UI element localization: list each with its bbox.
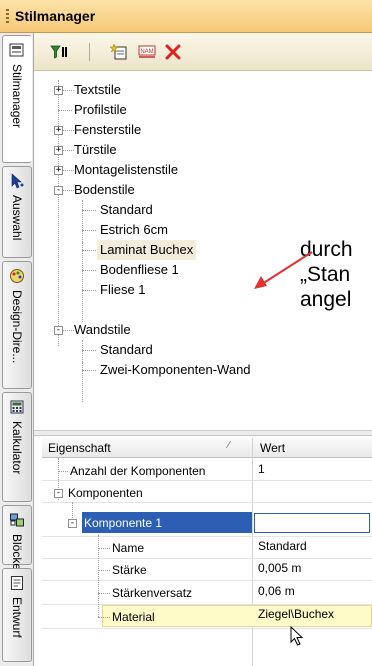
- tab-label: Auswahl: [10, 195, 24, 241]
- property-value-material[interactable]: Ziegel\Buchex: [258, 603, 334, 625]
- side-tab-strip: Stilmanager Auswahl Design-Dire... Kalku…: [0, 33, 34, 666]
- tab-label: Stilmanager: [10, 64, 24, 129]
- cursor-select-icon: [11, 173, 24, 189]
- property-name: Name: [112, 541, 145, 555]
- draft-icon: [11, 576, 23, 590]
- rename-icon[interactable]: NAM: [138, 44, 156, 60]
- tree-item-tuerstile[interactable]: Türstile: [74, 140, 117, 160]
- expand-button[interactable]: +: [54, 166, 63, 175]
- tab-label: Entwurf: [10, 597, 24, 638]
- tab-bloecke[interactable]: Blöcke: [2, 505, 32, 570]
- tree-item-bodenfliese-1[interactable]: Bodenfliese 1: [100, 260, 179, 280]
- tree-item-textstile[interactable]: Textstile: [74, 80, 121, 100]
- style-manager-icon: [9, 43, 24, 57]
- property-name: Anzahl der Komponenten: [70, 464, 206, 478]
- property-name: Komponenten: [68, 486, 143, 500]
- mouse-pointer-icon: [290, 626, 304, 646]
- grip-handle-icon[interactable]: [6, 9, 9, 23]
- tab-label: Design-Dire...: [10, 290, 24, 364]
- collapse-button[interactable]: -: [54, 326, 63, 335]
- tab-label: Blöcke: [10, 534, 24, 571]
- property-value[interactable]: 1: [258, 458, 265, 480]
- tree-item-montagelistenstile[interactable]: Montagelistenstile: [74, 160, 178, 180]
- tree-item-profilstile[interactable]: Profilstile: [74, 100, 127, 120]
- collapse-button[interactable]: -: [54, 186, 63, 195]
- toolbar-separator: [89, 43, 90, 61]
- expand-button[interactable]: +: [54, 86, 63, 95]
- tree-item-bodenstil-standard[interactable]: Standard: [100, 200, 153, 220]
- property-value[interactable]: 0,06 m: [258, 580, 295, 602]
- tree-item-laminat-buchex[interactable]: Laminat Buchex: [97, 240, 197, 260]
- tree-item-bodenstile[interactable]: Bodenstile: [74, 180, 135, 200]
- property-name: Stärkenversatz: [112, 586, 193, 600]
- toolbar: NAM: [34, 33, 372, 71]
- tree-item-zwei-komponenten-wand[interactable]: Zwei-Komponenten-Wand: [100, 360, 251, 380]
- property-value[interactable]: 0,005 m: [258, 557, 301, 579]
- tab-stilmanager[interactable]: Stilmanager: [2, 35, 32, 163]
- tree-line: [58, 80, 59, 346]
- tree-item-estrich-6cm[interactable]: Estrich 6cm: [100, 220, 168, 240]
- calculator-icon: [10, 400, 24, 414]
- selected-value-cell[interactable]: [254, 513, 370, 533]
- tree-item-fensterstile[interactable]: Fensterstile: [74, 120, 141, 140]
- title-bar: Stilmanager: [0, 0, 372, 33]
- property-name-komponente-1[interactable]: Komponente 1: [84, 512, 162, 534]
- tree-item-wandstile[interactable]: Wandstile: [74, 320, 131, 340]
- expand-button[interactable]: +: [54, 146, 63, 155]
- design-palette-icon: [10, 269, 24, 283]
- annotation-arrow: [254, 251, 313, 289]
- property-grid: Eigenschaft ⁄ Wert Anzahl der Komponente…: [42, 438, 372, 666]
- tree-item-wandstil-standard[interactable]: Standard: [100, 340, 153, 360]
- tree-item-fliese-1[interactable]: Fliese 1: [100, 280, 146, 300]
- panel-splitter[interactable]: [34, 430, 372, 436]
- blocks-icon: [10, 513, 24, 527]
- tab-design-direktor[interactable]: Design-Dire...: [2, 261, 32, 389]
- collapse-button[interactable]: -: [54, 489, 63, 498]
- window-title: Stilmanager: [15, 8, 96, 24]
- new-style-icon[interactable]: [110, 44, 128, 60]
- delete-icon[interactable]: [164, 44, 182, 60]
- tab-kalkulator[interactable]: Kalkulator: [2, 392, 32, 502]
- grid-header: Eigenschaft ⁄ Wert: [42, 438, 372, 458]
- filter-icon[interactable]: [50, 44, 68, 60]
- column-header-property[interactable]: Eigenschaft: [48, 441, 111, 455]
- tab-label: Kalkulator: [10, 421, 24, 475]
- collapse-button[interactable]: -: [68, 519, 77, 528]
- svg-text:NAM: NAM: [140, 49, 153, 55]
- property-name-material: Material: [112, 610, 155, 624]
- property-value[interactable]: Standard: [258, 535, 307, 557]
- expand-button[interactable]: +: [54, 126, 63, 135]
- tab-auswahl[interactable]: Auswahl: [2, 166, 32, 258]
- column-header-value[interactable]: Wert: [260, 441, 285, 455]
- sort-indicator-icon: ⁄: [228, 440, 230, 451]
- tab-entwurf[interactable]: Entwurf: [2, 568, 32, 662]
- property-name: Stärke: [112, 563, 147, 577]
